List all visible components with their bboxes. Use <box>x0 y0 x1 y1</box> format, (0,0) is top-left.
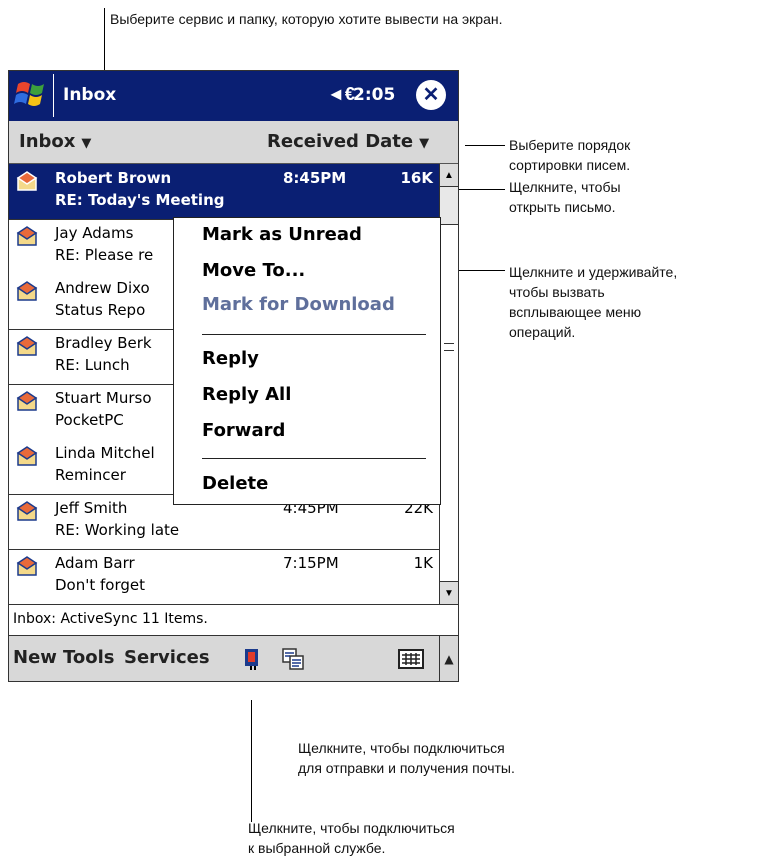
message-time: 8:45PM <box>283 169 347 187</box>
close-button[interactable]: ✕ <box>416 80 446 110</box>
message-list-scrollbar[interactable]: ▲ ▼ <box>439 164 458 604</box>
menu-item-forward[interactable]: Forward <box>202 420 285 441</box>
leader-line-sort <box>465 145 505 146</box>
close-icon: ✕ <box>422 84 440 106</box>
send-receive-icon[interactable] <box>281 647 305 671</box>
clock[interactable]: 2:05 <box>353 85 395 105</box>
windows-flag-icon <box>14 82 44 106</box>
callout-popup-menu: Щелкните и удерживайте, чтобы вызвать вс… <box>509 264 678 340</box>
message-subject: RE: Working late <box>55 521 180 539</box>
folder-dropdown[interactable]: Inbox ▼ <box>19 131 91 152</box>
message-time: 7:15PM <box>283 554 339 572</box>
message-sender: Robert Brown <box>55 169 172 187</box>
up-arrow-icon: ▲ <box>444 169 454 181</box>
message-sender: Andrew Dixo <box>55 279 150 297</box>
sort-bar: Inbox ▼ Received Date ▼ <box>9 121 458 164</box>
leader-line-top <box>104 8 105 70</box>
chevron-down-icon: ▼ <box>419 136 430 151</box>
menu-item-move-to[interactable]: Move To... <box>202 260 305 281</box>
envelope-icon <box>16 446 38 466</box>
message-sender: Jay Adams <box>55 224 134 242</box>
message-row[interactable]: Robert Brown 8:45PM 16K RE: Today's Meet… <box>9 164 439 220</box>
envelope-icon <box>16 336 38 356</box>
title-bar: Inbox ◄€ 2:05 ✕ <box>9 71 458 121</box>
message-subject: RE: Today's Meeting <box>55 191 225 209</box>
message-subject: RE: Lunch <box>55 356 130 374</box>
message-sender: Bradley Berk <box>55 334 152 352</box>
message-sender: Adam Barr <box>55 554 135 572</box>
message-sender: Jeff Smith <box>55 499 128 517</box>
scroll-up-button[interactable]: ▲ <box>440 164 458 187</box>
message-subject: RE: Please re <box>55 246 154 264</box>
context-menu: Mark as Unread Move To... Mark for Downl… <box>173 217 441 505</box>
message-subject: Don't forget <box>55 576 145 594</box>
scroll-thumb[interactable] <box>440 224 458 594</box>
menu-item-mark-download: Mark for Download <box>202 294 395 315</box>
scroll-down-button[interactable]: ▼ <box>440 581 458 604</box>
leader-line-bottom <box>251 700 252 822</box>
message-subject: PocketPC <box>55 411 124 429</box>
up-arrow-icon: ▲ <box>444 651 454 666</box>
callout-connect-service: Щелкните, чтобы подключиться к выбранной… <box>248 820 455 856</box>
keyboard-icon[interactable] <box>398 649 424 669</box>
message-subject: Status Repo <box>55 301 146 319</box>
new-menu-button[interactable]: New <box>13 647 57 668</box>
envelope-icon <box>16 281 38 301</box>
menu-item-mark-unread[interactable]: Mark as Unread <box>202 224 362 245</box>
connect-icon[interactable] <box>241 647 265 671</box>
callout-select-service: Выберите сервис и папку, которую хотите … <box>110 11 503 27</box>
message-sender: Linda Mitchel <box>55 444 155 462</box>
command-bar: New Tools Services ▲ <box>9 636 458 681</box>
down-arrow-icon: ▼ <box>444 587 454 599</box>
sort-order-label: Received Date <box>267 131 414 152</box>
sort-order-dropdown[interactable]: Received Date ▼ <box>267 131 429 152</box>
menu-item-delete[interactable]: Delete <box>202 473 268 494</box>
callout-send-receive: Щелкните, чтобы подключиться для отправк… <box>298 740 515 776</box>
message-size: 16K <box>400 169 434 187</box>
speaker-icon[interactable]: ◄€ <box>327 84 355 105</box>
window-title: Inbox <box>63 85 117 105</box>
menu-item-reply[interactable]: Reply <box>202 348 259 369</box>
services-menu-button[interactable]: Services <box>124 647 210 668</box>
message-size: 1K <box>413 554 433 572</box>
menu-separator <box>202 458 426 459</box>
message-sender: Stuart Murso <box>55 389 152 407</box>
menu-separator <box>202 334 426 335</box>
message-subject: Remincer <box>55 466 126 484</box>
chevron-down-icon: ▼ <box>81 136 92 151</box>
folder-status-text: Inbox: ActiveSync 11 Items. <box>13 611 208 627</box>
envelope-icon <box>16 226 38 246</box>
start-menu-button[interactable] <box>11 74 54 117</box>
folder-label: Inbox <box>19 131 76 152</box>
input-panel-toggle[interactable]: ▲ <box>439 636 458 681</box>
tools-menu-button[interactable]: Tools <box>63 647 115 668</box>
callout-open-message: Щелкните, чтобы открыть письмо. <box>509 179 621 215</box>
envelope-icon <box>16 556 38 576</box>
message-row[interactable]: Adam Barr 7:15PM 1K Don't forget <box>9 549 439 604</box>
pocketpc-screen: Inbox ◄€ 2:05 ✕ Inbox ▼ Received Date ▼ Ro… <box>8 70 459 682</box>
status-bar: Inbox: ActiveSync 11 Items. <box>9 604 458 636</box>
envelope-icon <box>16 391 38 411</box>
callout-sort-order: Выберите порядок сортировки писем. <box>509 137 631 173</box>
envelope-icon <box>16 501 38 521</box>
envelope-icon <box>16 171 38 191</box>
menu-item-reply-all[interactable]: Reply All <box>202 384 291 405</box>
leader-line-open <box>454 189 505 190</box>
